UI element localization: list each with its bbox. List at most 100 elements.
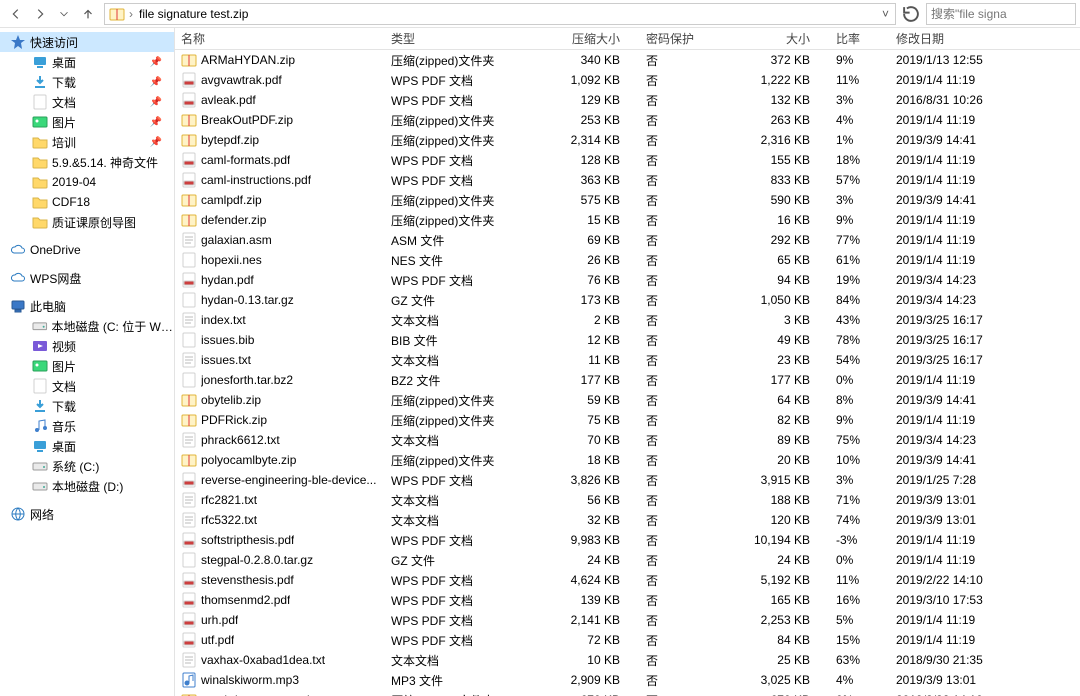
header-ratio[interactable]: 比率 bbox=[830, 30, 890, 47]
file-row[interactable]: PDFRick.zip压缩(zipped)文件夹75 KB否82 KB9%201… bbox=[175, 410, 1080, 430]
file-row[interactable]: jonesforth.tar.bz2BZ2 文件177 KB否177 KB0%2… bbox=[175, 370, 1080, 390]
sidebar-network[interactable]: 网络 bbox=[0, 504, 174, 524]
address-path: file signature test.zip bbox=[135, 7, 876, 21]
nav-forward-button[interactable] bbox=[28, 2, 52, 26]
file-row[interactable]: caml-formats.pdfWPS PDF 文档128 KB否155 KB1… bbox=[175, 150, 1080, 170]
sidebar-item[interactable]: 5.9.&5.14. 神奇文件 bbox=[0, 152, 174, 172]
file-type: 文本文档 bbox=[385, 312, 520, 329]
file-row[interactable]: camlpdf.zip压缩(zipped)文件夹575 KB否590 KB3%2… bbox=[175, 190, 1080, 210]
file-row[interactable]: urh.pdfWPS PDF 文档2,141 KB否2,253 KB5%2019… bbox=[175, 610, 1080, 630]
sidebar-item[interactable]: 下载📌 bbox=[0, 72, 174, 92]
sidebar-item[interactable]: 文档📌 bbox=[0, 92, 174, 112]
file-list[interactable]: ARMaHYDAN.zip压缩(zipped)文件夹340 KB否372 KB9… bbox=[175, 50, 1080, 696]
search-input[interactable]: 搜索"file signa bbox=[926, 3, 1076, 25]
file-row[interactable]: reverse-engineering-ble-device...WPS PDF… bbox=[175, 470, 1080, 490]
file-compressed-size: 2,909 KB bbox=[520, 673, 640, 687]
file-row[interactable]: winalskiworm.mp3MP3 文件2,909 KB否3,025 KB4… bbox=[175, 670, 1080, 690]
sidebar-item[interactable]: 本地磁盘 (D:) bbox=[0, 476, 174, 496]
toolbar: › file signature test.zip ˅ 搜索"file sign… bbox=[0, 0, 1080, 28]
file-row[interactable]: avleak.pdfWPS PDF 文档129 KB否132 KB3%2016/… bbox=[175, 90, 1080, 110]
file-row[interactable]: vaxhax-0xabad1dea.txt文本文档10 KB否25 KB63%2… bbox=[175, 650, 1080, 670]
nav-back-button[interactable] bbox=[4, 2, 28, 26]
file-row[interactable]: phrack6612.txt文本文档70 KB否89 KB75%2019/3/4… bbox=[175, 430, 1080, 450]
file-row[interactable]: utf.pdfWPS PDF 文档72 KB否84 KB15%2019/1/4 … bbox=[175, 630, 1080, 650]
file-row[interactable]: stevensthesis.pdfWPS PDF 文档4,624 KB否5,19… bbox=[175, 570, 1080, 590]
file-compressed-size: 129 KB bbox=[520, 93, 640, 107]
sidebar-item[interactable]: 桌面📌 bbox=[0, 52, 174, 72]
sidebar-quick-access[interactable]: 快速访问 bbox=[0, 32, 174, 52]
file-password: 否 bbox=[640, 392, 710, 409]
file-date: 2019/1/13 12:55 bbox=[890, 53, 1020, 67]
sidebar-item[interactable]: CDF18 bbox=[0, 192, 174, 212]
file-type: GZ 文件 bbox=[385, 292, 520, 309]
address-bar[interactable]: › file signature test.zip ˅ bbox=[104, 3, 896, 25]
zip-icon bbox=[181, 412, 197, 428]
file-row[interactable]: rfc2821.txt文本文档56 KB否188 KB71%2019/3/9 1… bbox=[175, 490, 1080, 510]
file-row[interactable]: softstripthesis.pdfWPS PDF 文档9,983 KB否10… bbox=[175, 530, 1080, 550]
pdf-icon bbox=[181, 632, 197, 648]
file-ratio: 9% bbox=[830, 53, 890, 67]
file-row[interactable]: caml-instructions.pdfWPS PDF 文档363 KB否83… bbox=[175, 170, 1080, 190]
file-ratio: 0% bbox=[830, 553, 890, 567]
header-date[interactable]: 修改日期 bbox=[890, 30, 1020, 47]
sidebar-item[interactable]: 图片📌 bbox=[0, 112, 174, 132]
header-compressed-size[interactable]: 压缩大小 bbox=[520, 30, 640, 47]
sidebar-item[interactable]: 质证课原创导图 bbox=[0, 212, 174, 232]
sidebar-item[interactable]: 下载 bbox=[0, 396, 174, 416]
nav-history-button[interactable] bbox=[52, 2, 76, 26]
file-type: WPS PDF 文档 bbox=[385, 472, 520, 489]
address-dropdown-icon[interactable]: ˅ bbox=[876, 7, 895, 21]
file-ratio: 54% bbox=[830, 353, 890, 367]
file-type: 文本文档 bbox=[385, 492, 520, 509]
file-row[interactable]: hydan-0.13.tar.gzGZ 文件173 KB否1,050 KB84%… bbox=[175, 290, 1080, 310]
sidebar-item[interactable]: 图片 bbox=[0, 356, 174, 376]
documents-icon bbox=[32, 94, 48, 110]
file-row[interactable]: defender.zip压缩(zipped)文件夹15 KB否16 KB9%20… bbox=[175, 210, 1080, 230]
header-type[interactable]: 类型 bbox=[385, 30, 520, 47]
header-size[interactable]: 大小 bbox=[710, 30, 830, 47]
file-row[interactable]: word-decrementer.zip压缩(zipped)文件夹670 KB否… bbox=[175, 690, 1080, 696]
file-ratio: 8% bbox=[830, 393, 890, 407]
sidebar-item[interactable]: 音乐 bbox=[0, 416, 174, 436]
file-compressed-size: 10 KB bbox=[520, 653, 640, 667]
file-row[interactable]: issues.bibBIB 文件12 KB否49 KB78%2019/3/25 … bbox=[175, 330, 1080, 350]
header-name[interactable]: 名称 bbox=[175, 30, 385, 47]
sidebar-item[interactable]: 视频 bbox=[0, 336, 174, 356]
file-row[interactable]: ARMaHYDAN.zip压缩(zipped)文件夹340 KB否372 KB9… bbox=[175, 50, 1080, 70]
sidebar-item[interactable]: 培训📌 bbox=[0, 132, 174, 152]
file-type: WPS PDF 文档 bbox=[385, 572, 520, 589]
file-row[interactable]: rfc5322.txt文本文档32 KB否120 KB74%2019/3/9 1… bbox=[175, 510, 1080, 530]
zip-icon bbox=[181, 52, 197, 68]
file-ratio: 78% bbox=[830, 333, 890, 347]
file-row[interactable]: galaxian.asmASM 文件69 KB否292 KB77%2019/1/… bbox=[175, 230, 1080, 250]
sidebar-item[interactable]: 系统 (C:) bbox=[0, 456, 174, 476]
sidebar-item[interactable]: 2019-04 bbox=[0, 172, 174, 192]
file-row[interactable]: avgvawtrak.pdfWPS PDF 文档1,092 KB否1,222 K… bbox=[175, 70, 1080, 90]
sidebar-wps[interactable]: WPS网盘 bbox=[0, 268, 174, 288]
file-row[interactable]: BreakOutPDF.zip压缩(zipped)文件夹253 KB否263 K… bbox=[175, 110, 1080, 130]
sidebar-this-pc[interactable]: 此电脑 bbox=[0, 296, 174, 316]
file-row[interactable]: polyocamlbyte.zip压缩(zipped)文件夹18 KB否20 K… bbox=[175, 450, 1080, 470]
breadcrumb-sep-icon: › bbox=[129, 7, 133, 21]
file-date: 2019/3/10 17:53 bbox=[890, 593, 1020, 607]
sidebar-item[interactable]: 本地磁盘 (C: 位于 WEN bbox=[0, 316, 174, 336]
file-row[interactable]: hydan.pdfWPS PDF 文档76 KB否94 KB19%2019/3/… bbox=[175, 270, 1080, 290]
file-row[interactable]: index.txt文本文档2 KB否3 KB43%2019/3/25 16:17 bbox=[175, 310, 1080, 330]
sidebar-onedrive[interactable]: OneDrive bbox=[0, 240, 174, 260]
sidebar-item[interactable]: 桌面 bbox=[0, 436, 174, 456]
file-size: 5,192 KB bbox=[710, 573, 830, 587]
file-row[interactable]: obytelib.zip压缩(zipped)文件夹59 KB否64 KB8%20… bbox=[175, 390, 1080, 410]
file-compressed-size: 26 KB bbox=[520, 253, 640, 267]
file-row[interactable]: stegpal-0.2.8.0.tar.gzGZ 文件24 KB否24 KB0%… bbox=[175, 550, 1080, 570]
star-icon bbox=[10, 34, 26, 50]
file-row[interactable]: hopexii.nesNES 文件26 KB否65 KB61%2019/1/4 … bbox=[175, 250, 1080, 270]
header-password[interactable]: 密码保护 bbox=[640, 30, 710, 47]
file-row[interactable]: thomsenmd2.pdfWPS PDF 文档139 KB否165 KB16%… bbox=[175, 590, 1080, 610]
file-name: thomsenmd2.pdf bbox=[201, 593, 290, 607]
file-row[interactable]: bytepdf.zip压缩(zipped)文件夹2,314 KB否2,316 K… bbox=[175, 130, 1080, 150]
file-row[interactable]: issues.txt文本文档11 KB否23 KB54%2019/3/25 16… bbox=[175, 350, 1080, 370]
file-type: 压缩(zipped)文件夹 bbox=[385, 52, 520, 69]
sidebar-item[interactable]: 文档 bbox=[0, 376, 174, 396]
refresh-button[interactable] bbox=[900, 3, 922, 25]
nav-up-button[interactable] bbox=[76, 2, 100, 26]
